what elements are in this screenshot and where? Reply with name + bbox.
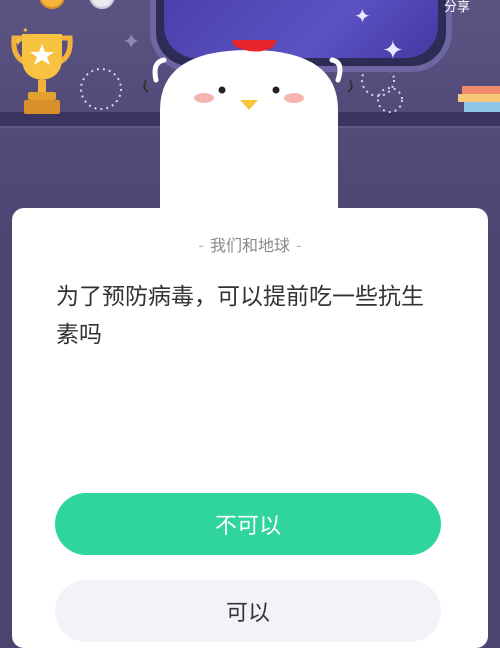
medal-icon	[39, 0, 115, 9]
star-icon: ✦	[354, 4, 371, 28]
quiz-card: - 我们和地球 - 为了预防病毒，可以提前吃一些抗生素吗 不可以 可以	[12, 208, 488, 648]
answer-no-button[interactable]: 不可以	[55, 493, 441, 555]
category-dash-right: -	[296, 236, 302, 255]
answer-yes-button[interactable]: 可以	[55, 580, 441, 642]
sparkle-icon: ✦	[12, 34, 24, 50]
header-scene: ✦ ✦ ✦ ✦ ✦ 分享	[0, 0, 500, 240]
book-stack-icon	[458, 86, 500, 112]
question-text: 为了预防病毒，可以提前吃一些抗生素吗	[56, 284, 424, 348]
quiz-category: - 我们和地球 -	[12, 232, 488, 256]
star-icon: ✦	[382, 36, 404, 66]
dotted-circle-decoration	[80, 68, 122, 110]
category-dash-left: -	[198, 236, 204, 255]
share-link[interactable]: 分享	[444, 0, 470, 15]
sparkle-icon: ✦	[22, 26, 29, 35]
category-label: 我们和地球	[209, 236, 290, 255]
